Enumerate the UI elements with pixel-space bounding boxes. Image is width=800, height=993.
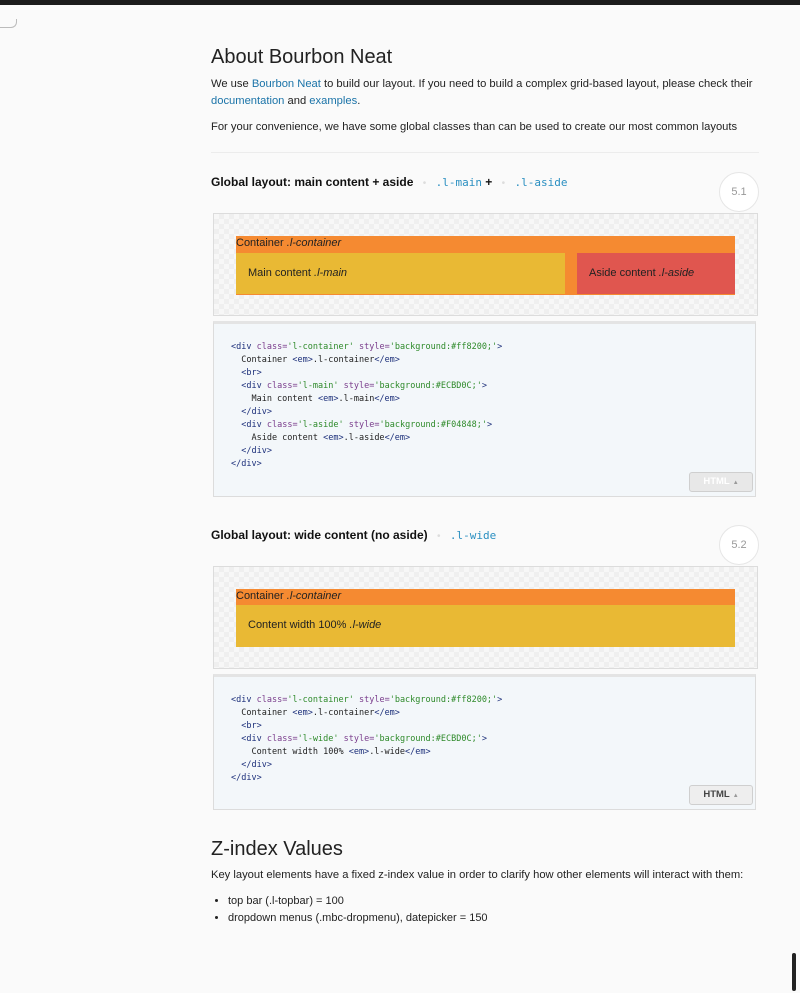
container-label: Container .l-container	[236, 237, 341, 249]
section-number-badge[interactable]: 5.2	[719, 525, 759, 565]
caret-up-icon: ▲	[732, 793, 739, 799]
container-demo-box: Container .l-container Content width 100…	[236, 589, 735, 647]
code-line: </div>	[231, 773, 262, 783]
section-number-badge[interactable]: 5.1	[719, 172, 759, 212]
code-line: </div>	[241, 760, 272, 770]
main-label-text: Main content	[248, 267, 315, 279]
about-text: .	[357, 95, 361, 107]
container-class: .l-container	[286, 237, 342, 249]
documentation-link[interactable]: documentation	[211, 95, 284, 107]
about-title: About Bourbon Neat	[211, 46, 393, 68]
about-text: to build our layout. If you need to buil…	[320, 78, 753, 90]
wide-class: .l-wide	[349, 619, 382, 631]
caret-up-icon: ▲	[732, 480, 739, 486]
about-text: and	[284, 95, 310, 107]
top-bar	[0, 0, 800, 5]
code-line: <div class='l-main' style='background:#E…	[241, 381, 487, 391]
code-line: </div>	[241, 407, 272, 417]
code-line: </div>	[241, 446, 272, 456]
separator-dot: •	[501, 178, 506, 189]
examples-link[interactable]: examples	[309, 95, 357, 107]
list-item: top bar (.l-topbar) = 100	[228, 893, 488, 910]
menu-toggle-icon[interactable]	[0, 19, 17, 28]
section-title-text: Global layout: main content + aside	[211, 175, 414, 189]
container-demo-box: Container .l-container Main content .l-m…	[236, 236, 735, 295]
code-line: Content width 100% <em>.l-wide</em>	[231, 747, 431, 757]
code-line: <div class='l-container' style='backgrou…	[231, 695, 503, 705]
code-sample-wide: <div class='l-container' style='backgrou…	[213, 674, 756, 810]
html-button-label: HTML	[703, 789, 730, 800]
code-line: Main content <em>.l-main</em>	[231, 394, 400, 404]
bourbon-neat-link[interactable]: Bourbon Neat	[252, 78, 321, 90]
zindex-title: Z-index Values	[211, 838, 343, 860]
about-paragraph: We use Bourbon Neat to build our layout.…	[211, 76, 756, 110]
aside-label-text: Aside content	[589, 267, 659, 279]
layout-demo-main-aside: Container .l-container Main content .l-m…	[213, 213, 758, 316]
aside-content-demo: Aside content .l-aside	[577, 253, 735, 294]
aside-class: .l-aside	[658, 267, 695, 279]
code-line: Container <em>.l-container</em>	[231, 355, 400, 365]
class-code-main: .l-main	[435, 176, 482, 189]
separator-dot: •	[437, 531, 441, 542]
convenience-paragraph: For your convenience, we have some globa…	[211, 121, 738, 133]
section-title-main-aside: Global layout: main content + aside • .l…	[211, 175, 567, 189]
code-line: <div class='l-container' style='backgrou…	[231, 342, 503, 352]
wide-content-demo: Content width 100% .l-wide	[236, 605, 735, 647]
container-class: .l-container	[286, 590, 342, 602]
container-label: Container .l-container	[236, 590, 341, 602]
code-line: <br>	[241, 721, 262, 731]
layout-demo-wide: Container .l-container Content width 100…	[213, 566, 758, 669]
section-title-text: Global layout: wide content (no aside)	[211, 528, 428, 542]
code-line: <div class='l-aside' style='background:#…	[241, 420, 493, 430]
about-text: We use	[211, 78, 252, 90]
zindex-intro: Key layout elements have a fixed z-index…	[211, 869, 744, 881]
main-class: .l-main	[314, 267, 348, 279]
divider	[211, 152, 759, 153]
html-button-label: HTML	[703, 476, 730, 487]
code-sample-main-aside: <div class='l-container' style='backgrou…	[213, 321, 756, 497]
html-toggle-button[interactable]: HTML ▲	[689, 785, 753, 805]
code-line: <br>	[241, 368, 262, 378]
code-line: <div class='l-wide' style='background:#E…	[241, 734, 487, 744]
class-code-aside: .l-aside	[514, 176, 568, 189]
list-item: dropdown menus (.mbc-dropmenu), datepick…	[228, 910, 488, 927]
code-line: Aside content <em>.l-aside</em>	[231, 433, 411, 443]
scrollbar-thumb[interactable]	[792, 953, 796, 991]
container-label-text: Container	[236, 237, 287, 249]
code-line: </div>	[231, 459, 262, 469]
plus-sign: +	[485, 175, 493, 189]
zindex-list: top bar (.l-topbar) = 100 dropdown menus…	[228, 893, 488, 927]
class-code-wide: .l-wide	[449, 529, 497, 542]
container-label-text: Container	[236, 590, 287, 602]
section-title-wide: Global layout: wide content (no aside) •…	[211, 528, 496, 542]
wide-label-text: Content width 100%	[248, 619, 350, 631]
code-line: Container <em>.l-container</em>	[231, 708, 400, 718]
main-content-demo: Main content .l-main	[236, 253, 565, 294]
html-toggle-button[interactable]: HTML ▲	[689, 472, 753, 492]
separator-dot: •	[422, 178, 427, 189]
